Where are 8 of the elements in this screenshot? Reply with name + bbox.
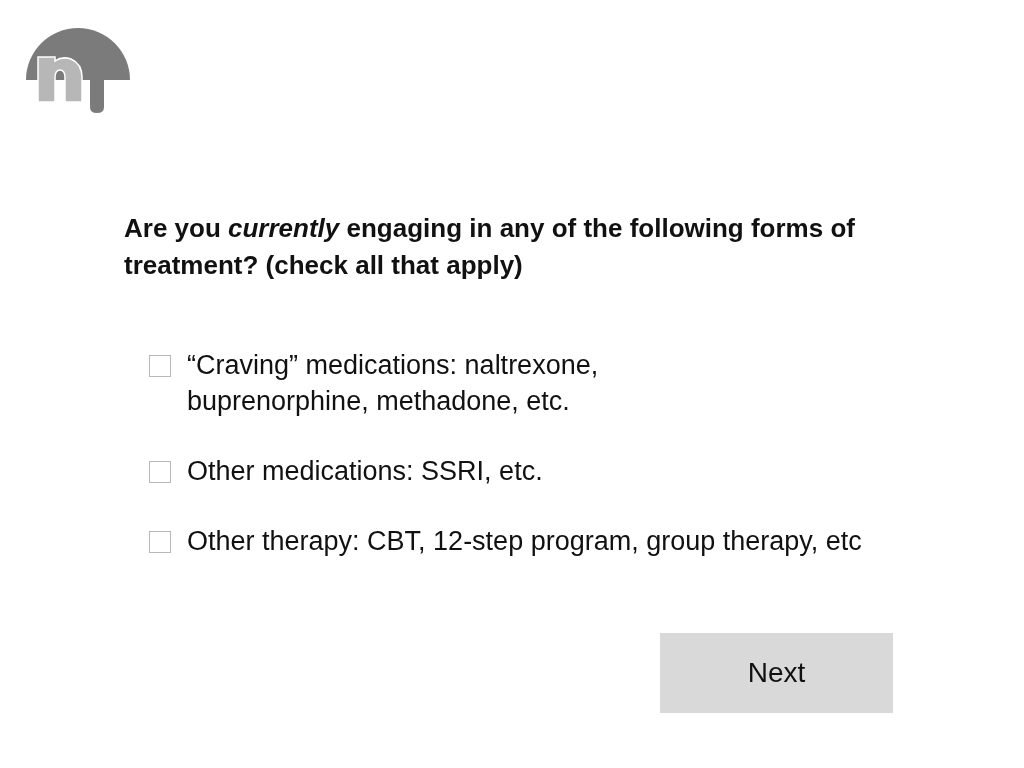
checkbox[interactable]	[149, 355, 171, 377]
checkbox[interactable]	[149, 461, 171, 483]
option-label: Other medications: SSRI, etc.	[187, 455, 543, 488]
option-label: “Craving” medications: naltrexone, buprenorphine, methadone, etc.	[187, 349, 599, 418]
option-label: Other therapy: CBT, 12-step program, group therapy, etc	[187, 525, 862, 558]
next-button[interactable]: Next	[660, 633, 893, 713]
checkbox[interactable]	[149, 531, 171, 553]
question-text: Are you currently engaging in any of the following forms of treatment? (check all that apply)	[124, 212, 856, 282]
